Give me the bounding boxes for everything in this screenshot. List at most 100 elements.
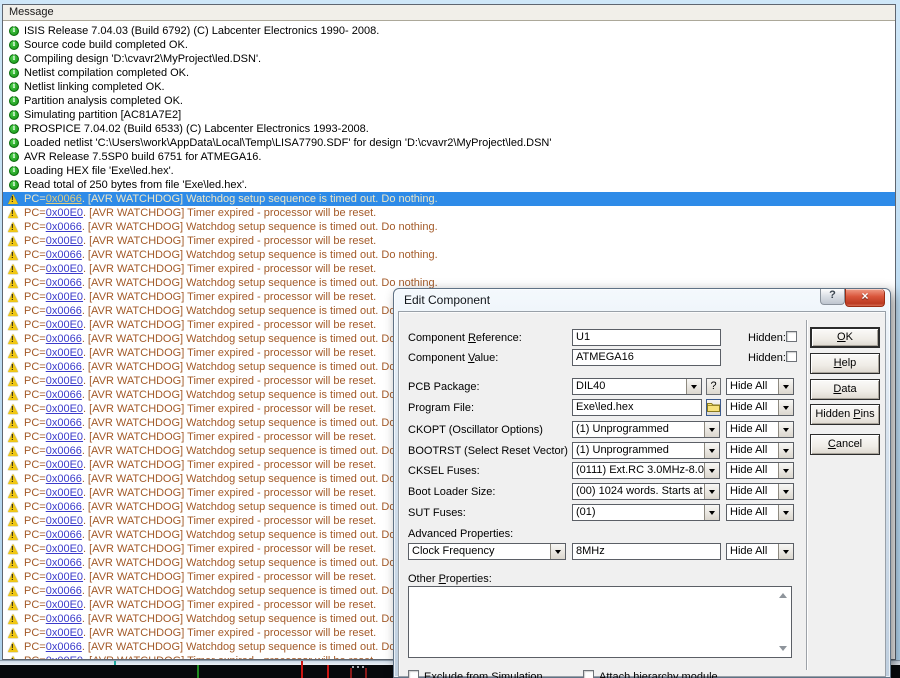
log-row[interactable]: PC=0x00E0. [AVR WATCHDOG] Timer expired … (3, 234, 895, 248)
log-message-text: PC= (24, 319, 46, 331)
pc-address-link[interactable]: 0x0066 (46, 613, 82, 625)
log-row[interactable]: PC=0x0066. [AVR WATCHDOG] Watchdog setup… (3, 220, 895, 234)
log-row[interactable]: Read total of 250 bytes from file 'Exe\l… (3, 178, 895, 192)
pc-address-link[interactable]: 0x00E0 (46, 599, 83, 611)
pc-address-link[interactable]: 0x00E0 (46, 235, 83, 247)
help-button[interactable]: Help (810, 353, 880, 374)
attach-hierarchy-module-checkbox[interactable] (583, 670, 594, 678)
component-value-field[interactable]: ATMEGA16 (572, 349, 721, 366)
hidden-value-checkbox[interactable] (786, 351, 797, 362)
log-row[interactable]: Loaded netlist 'C:\Users\work\AppData\Lo… (3, 136, 895, 150)
log-message-text: . [AVR WATCHDOG] Timer expired - process… (83, 627, 376, 639)
log-message-text: . [AVR WATCHDOG] Timer expired - process… (83, 319, 376, 331)
schematic-dots (352, 666, 354, 668)
boot-loader-visibility-combo[interactable]: Hide All (726, 483, 794, 500)
cksel-visibility-combo[interactable]: Hide All (726, 462, 794, 479)
pc-address-link[interactable]: 0x00E0 (46, 487, 83, 499)
advanced-property-combo[interactable]: Clock Frequency (408, 543, 566, 560)
pc-address-link[interactable]: 0x00E0 (46, 543, 83, 555)
scroll-up-icon[interactable] (779, 593, 787, 598)
pc-address-link[interactable]: 0x00E0 (46, 459, 83, 471)
pc-address-link[interactable]: 0x0066 (46, 585, 82, 597)
cancel-button[interactable]: Cancel (810, 434, 880, 455)
ckopt-combo[interactable]: (1) Unprogrammed (572, 421, 720, 438)
log-message-text: PC= (24, 501, 46, 513)
log-message-text: PC= (24, 389, 46, 401)
pc-address-link[interactable]: 0x00E0 (46, 431, 83, 443)
log-row[interactable]: Netlist linking completed OK. (3, 80, 895, 94)
pc-address-link[interactable]: 0x00E0 (46, 571, 83, 583)
pc-address-link[interactable]: 0x0066 (46, 473, 82, 485)
sut-fuses-combo[interactable]: (01) (572, 504, 720, 521)
log-row[interactable]: Partition analysis completed OK. (3, 94, 895, 108)
pc-address-link[interactable]: 0x00E0 (46, 319, 83, 331)
pc-address-link[interactable]: 0x00E0 (46, 515, 83, 527)
ok-button[interactable]: OK (810, 327, 880, 348)
hidden-pins-button[interactable]: Hidden Pins (810, 404, 880, 425)
pc-address-link[interactable]: 0x00E0 (46, 263, 83, 275)
pc-address-link[interactable]: 0x0066 (46, 389, 82, 401)
pc-address-link[interactable]: 0x00E0 (46, 627, 83, 639)
log-row[interactable]: Compiling design 'D:\cvavr2\MyProject\le… (3, 52, 895, 66)
pc-address-link[interactable]: 0x0066 (46, 445, 82, 457)
pc-address-link[interactable]: 0x0066 (46, 529, 82, 541)
pcb-package-visibility-combo[interactable]: Hide All (726, 378, 794, 395)
pcb-package-help-button[interactable]: ? (706, 378, 721, 395)
warning-icon (8, 614, 18, 624)
other-properties-textarea[interactable] (408, 586, 792, 658)
chevron-down-icon (704, 443, 719, 458)
boot-loader-size-combo[interactable]: (00) 1024 words. Starts at 0x1C00. (572, 483, 720, 500)
ckopt-visibility-combo[interactable]: Hide All (726, 421, 794, 438)
clock-frequency-field[interactable]: 8MHz (572, 543, 721, 560)
log-row[interactable]: AVR Release 7.5SP0 build 6751 for ATMEGA… (3, 150, 895, 164)
pc-address-link[interactable]: 0x0066 (46, 277, 82, 289)
log-row[interactable]: Netlist compilation completed OK. (3, 66, 895, 80)
sut-fuses-label: SUT Fuses: (408, 507, 466, 519)
bootrst-combo[interactable]: (1) Unprogrammed (572, 442, 720, 459)
pc-address-link[interactable]: 0x0066 (46, 501, 82, 513)
pc-address-link[interactable]: 0x00E0 (46, 403, 83, 415)
log-row[interactable]: Source code build completed OK. (3, 38, 895, 52)
cksel-combo[interactable]: (0111) Ext.RC 3.0MHz-8.0MHz (572, 462, 720, 479)
pc-address-link[interactable]: 0x00E0 (46, 375, 83, 387)
log-row[interactable]: Simulating partition [AC81A7E2] (3, 108, 895, 122)
warning-icon (8, 460, 18, 470)
log-row[interactable]: ISIS Release 7.04.03 (Build 6792) (C) La… (3, 24, 895, 38)
program-file-visibility-combo[interactable]: Hide All (726, 399, 794, 416)
pc-address-link[interactable]: 0x0066 (46, 305, 82, 317)
hidden-reference-checkbox[interactable] (786, 331, 797, 342)
dialog-help-icon[interactable]: ? (820, 289, 845, 305)
log-row[interactable]: PROSPICE 7.04.02 (Build 6533) (C) Labcen… (3, 122, 895, 136)
pc-address-link[interactable]: 0x0066 (46, 361, 82, 373)
pc-address-link[interactable]: 0x0066 (46, 417, 82, 429)
scroll-down-icon[interactable] (779, 646, 787, 651)
log-message-text: PC= (24, 627, 46, 639)
component-reference-field[interactable]: U1 (572, 329, 721, 346)
chevron-down-icon (778, 544, 793, 559)
pc-address-link[interactable]: 0x0066 (46, 641, 82, 653)
pc-address-link[interactable]: 0x00E0 (46, 347, 83, 359)
log-row[interactable]: PC=0x0066. [AVR WATCHDOG] Watchdog setup… (3, 192, 895, 206)
log-row[interactable]: Loading HEX file 'Exe\led.hex'. (3, 164, 895, 178)
log-row[interactable]: PC=0x00E0. [AVR WATCHDOG] Timer expired … (3, 206, 895, 220)
close-icon[interactable]: × (845, 289, 885, 307)
advanced-visibility-combo[interactable]: Hide All (726, 543, 794, 560)
log-message-text: Simulating partition [AC81A7E2] (24, 109, 181, 121)
pc-address-link[interactable]: 0x00E0 (46, 207, 83, 219)
pc-address-link[interactable]: 0x0066 (46, 193, 82, 205)
pc-address-link[interactable]: 0x0066 (46, 557, 82, 569)
pc-address-link[interactable]: 0x00E0 (46, 655, 83, 659)
browse-file-button[interactable] (706, 399, 721, 416)
log-row[interactable]: PC=0x00E0. [AVR WATCHDOG] Timer expired … (3, 262, 895, 276)
program-file-field[interactable]: Exe\led.hex (572, 399, 702, 416)
sut-visibility-combo[interactable]: Hide All (726, 504, 794, 521)
data-button[interactable]: Data (810, 379, 880, 400)
pc-address-link[interactable]: 0x0066 (46, 333, 82, 345)
exclude-from-simulation-checkbox[interactable] (408, 670, 419, 678)
log-row[interactable]: PC=0x0066. [AVR WATCHDOG] Watchdog setup… (3, 248, 895, 262)
pc-address-link[interactable]: 0x0066 (46, 249, 82, 261)
pc-address-link[interactable]: 0x00E0 (46, 291, 83, 303)
bootrst-visibility-combo[interactable]: Hide All (726, 442, 794, 459)
pc-address-link[interactable]: 0x0066 (46, 221, 82, 233)
pcb-package-combo[interactable]: DIL40 (572, 378, 702, 395)
